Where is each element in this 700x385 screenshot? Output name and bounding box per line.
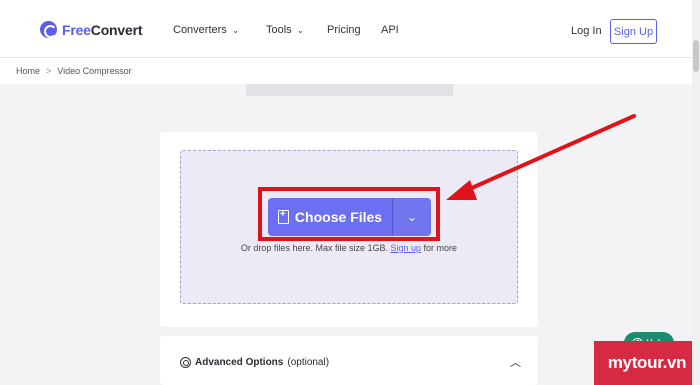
breadcrumb-home[interactable]: Home (16, 66, 40, 76)
breadcrumb-separator: > (46, 66, 52, 76)
breadcrumb: Home > Video Compressor (16, 66, 132, 76)
logo-text: FreeConvert (62, 21, 143, 38)
advanced-options-optional: (optional) (287, 357, 330, 368)
drop-note-text: Or drop files here. Max file size 1GB. (240, 243, 388, 253)
login-link[interactable]: Log In (571, 25, 602, 37)
advanced-options-toggle[interactable]: Advanced Options (optional) (180, 357, 329, 368)
nav-api-label: API (381, 24, 399, 36)
advanced-options-label: Advanced Options (195, 357, 284, 368)
drop-note-suffix: for more (423, 243, 458, 253)
signup-link[interactable]: Sign up (391, 243, 422, 253)
nav-converters[interactable]: Converters ⌄ (173, 24, 239, 36)
page-scrollbar[interactable] (692, 0, 700, 385)
chevron-up-icon[interactable]: ︿ (510, 354, 521, 370)
nav-pricing-label: Pricing (327, 24, 361, 36)
nav-tools[interactable]: Tools ⌄ (266, 24, 304, 36)
nav-api[interactable]: API (381, 24, 399, 36)
gear-icon (180, 357, 191, 368)
nav-pricing[interactable]: Pricing (327, 24, 361, 36)
drop-instructions: Or drop files here. Max file size 1GB. S… (180, 243, 518, 253)
freeconvert-logo[interactable]: FreeConvert (40, 21, 142, 38)
scrollbar-thumb[interactable] (693, 40, 699, 72)
breadcrumb-bar: Home > Video Compressor (0, 58, 692, 84)
breadcrumb-current: Video Compressor (57, 66, 132, 76)
logo-icon (40, 21, 57, 38)
signup-button[interactable]: Sign Up (610, 19, 657, 44)
highlight-box (258, 187, 440, 241)
chevron-down-icon: ⌄ (231, 24, 240, 35)
nav-converters-label: Converters (173, 24, 227, 36)
chevron-down-icon: ⌄ (296, 24, 305, 35)
mytour-watermark: mytour.vn (594, 341, 700, 385)
top-navigation-bar: FreeConvert Converters ⌄ Tools ⌄ Pricing… (0, 0, 692, 58)
ad-placeholder (246, 84, 453, 96)
nav-tools-label: Tools (266, 24, 292, 36)
